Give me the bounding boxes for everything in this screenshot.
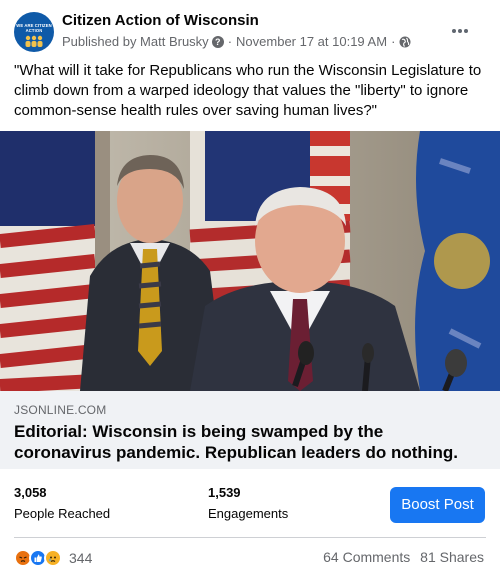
avatar-text: WE ARE CITIZEN ACTION [16, 23, 52, 33]
people-reached-value: 3,058 [14, 485, 47, 500]
page-name-link[interactable]: Citizen Action of Wisconsin [62, 12, 259, 29]
post-meta: Published by Matt Brusky ? · November 17… [62, 34, 411, 49]
link-domain: JSONLINE.COM [14, 403, 107, 417]
more-options-icon[interactable] [452, 20, 474, 33]
reactions-summary[interactable]: 344 [14, 548, 92, 568]
engagement-counts: 64 Comments 81 Shares [317, 549, 484, 565]
boost-post-button[interactable]: Boost Post [390, 487, 485, 523]
sad-icon [44, 549, 62, 567]
link-title[interactable]: Editorial: Wisconsin is being swamped by… [14, 421, 484, 463]
comments-count[interactable]: 64 Comments [323, 549, 410, 565]
people-reached-stat[interactable]: 3,058 People Reached [14, 485, 110, 521]
photo-illustration [0, 131, 500, 391]
page-avatar[interactable]: WE ARE CITIZEN ACTION [14, 12, 54, 52]
post-text: "What will it take for Republicans who r… [14, 62, 482, 119]
link-preview[interactable]: JSONLINE.COM Editorial: Wisconsin is bei… [0, 391, 500, 469]
question-icon[interactable]: ? [211, 35, 224, 48]
shares-count[interactable]: 81 Shares [420, 549, 484, 565]
divider [14, 537, 486, 538]
globe-icon[interactable] [399, 36, 411, 48]
avatar-figures-icon [25, 35, 43, 47]
people-reached-label: People Reached [14, 506, 111, 521]
post-insights: 3,058 People Reached 1,539 Engagements B… [0, 469, 500, 537]
post-timestamp[interactable]: November 17 at 10:19 AM [236, 34, 387, 49]
separator-dot: · [227, 34, 233, 49]
engagements-value: 1,539 [208, 485, 241, 500]
reaction-count: 344 [69, 550, 93, 566]
post-card: WE ARE CITIZEN ACTION Citizen Action of … [0, 0, 500, 584]
published-by[interactable]: Published by Matt Brusky [62, 34, 209, 49]
link-preview-image[interactable] [0, 131, 500, 391]
post-header: WE ARE CITIZEN ACTION Citizen Action of … [0, 0, 500, 60]
separator-dot: · [391, 34, 396, 49]
engagements-stat[interactable]: 1,539 Engagements [208, 485, 288, 521]
engagements-label: Engagements [208, 506, 289, 521]
